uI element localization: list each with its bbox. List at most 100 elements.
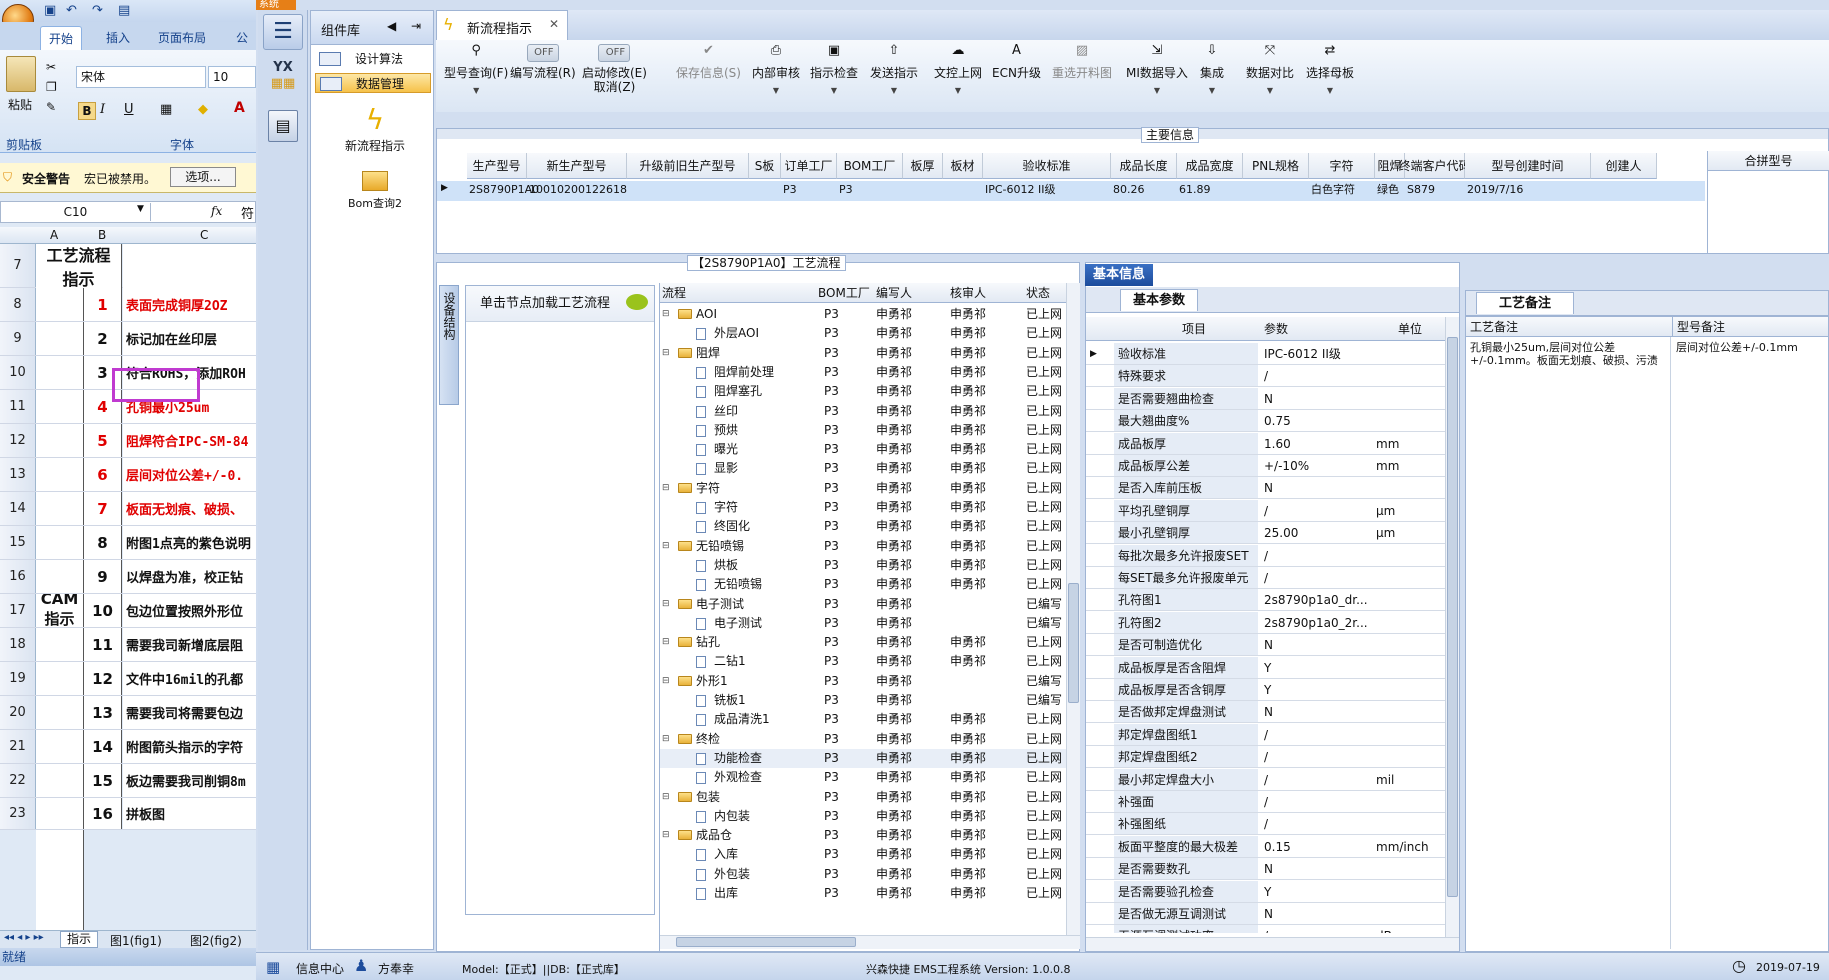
process-tree-row[interactable]: 电子测试 P3 申勇祁 已编写 (660, 614, 1066, 633)
process-tree-row[interactable]: ⊟ 无铅喷锡 P3 申勇祁 申勇祁 已上网 (660, 537, 1066, 556)
expand-icon[interactable]: ⊟ (662, 672, 670, 691)
yx-module-icon[interactable]: YX ▦▦ (266, 60, 300, 96)
main-cell[interactable]: P3 (783, 181, 797, 199)
process-tree-row[interactable]: 字符 P3 申勇祁 申勇祁 已上网 (660, 498, 1066, 517)
process-tree-row[interactable]: 阻焊前处理 P3 申勇祁 申勇祁 已上网 (660, 363, 1066, 382)
row-number[interactable]: 16 (0, 560, 36, 593)
expand-icon[interactable]: ⊟ (662, 344, 670, 363)
param-row[interactable]: 每批次最多允许报废SET / (1086, 544, 1452, 567)
cancel-label[interactable]: 取消(Z) (582, 80, 647, 94)
param-value[interactable]: N (1262, 388, 1372, 410)
instruction-cell[interactable]: 包边位置按照外形位 (123, 594, 256, 627)
chevron-down-icon[interactable]: ▼ (444, 86, 508, 95)
sheet-tab-active[interactable]: 指示 (60, 931, 99, 948)
process-tree-row[interactable]: ⊟ 字符 P3 申勇祁 申勇祁 已上网 (660, 479, 1066, 498)
param-row[interactable]: 是否入库前压板 N (1086, 477, 1452, 500)
process-tree-row[interactable]: 无铅喷锡 P3 申勇祁 申勇祁 已上网 (660, 575, 1066, 594)
process-tree-row[interactable]: ⊟ 电子测试 P3 申勇祁 已编写 (660, 595, 1066, 614)
menu-icon[interactable]: ☰ (263, 14, 303, 50)
row-number[interactable]: 18 (0, 628, 36, 661)
param-row[interactable]: 是否需要翘曲检查 N (1086, 387, 1452, 410)
item-number-cell[interactable]: 1 (84, 288, 122, 321)
tab-home[interactable]: 开始 (40, 26, 83, 50)
scroll-thumb[interactable] (1447, 337, 1458, 897)
column-header-c[interactable]: C (200, 228, 208, 242)
param-value[interactable]: / (1262, 500, 1372, 522)
instruction-cell[interactable]: 阻焊符合IPC-SM-84 (123, 424, 256, 457)
toolbar-button-9[interactable]: ▨ 重选开料图 (1052, 44, 1112, 81)
process-tree-row[interactable]: 入库 P3 申勇祁 申勇祁 已上网 (660, 845, 1066, 864)
param-value[interactable]: Y (1262, 657, 1372, 679)
tab-page-layout[interactable]: 页面布局 (150, 26, 214, 50)
italic-icon[interactable]: I (100, 102, 105, 117)
param-value[interactable]: +/-10% (1262, 455, 1372, 477)
instruction-cell[interactable]: 需要我司新增底层阻 (123, 628, 256, 661)
chevron-down-icon[interactable]: ▼ (1246, 86, 1294, 95)
copy-icon[interactable]: ❐ (46, 80, 57, 94)
fill-color-icon[interactable]: ◆ (198, 102, 208, 117)
process-tree-row[interactable]: 外包装 P3 申勇祁 申勇祁 已上网 (660, 865, 1066, 884)
param-value[interactable]: / (1262, 791, 1372, 813)
main-col-header[interactable]: 升级前旧生产型号 (627, 153, 749, 179)
header-title-cell[interactable]: 工艺流程指示 (36, 244, 122, 289)
main-col-header[interactable]: 订单工厂 (781, 153, 837, 179)
instruction-cell[interactable]: 板面无划痕、破损、 (123, 492, 256, 525)
process-tree-row[interactable]: 二钻1 P3 申勇祁 申勇祁 已上网 (660, 652, 1066, 671)
param-row[interactable]: 无源互调测试功率 / dBm (1086, 925, 1452, 933)
item-number-cell[interactable]: 5 (84, 424, 122, 457)
row-number[interactable]: 11 (0, 390, 36, 423)
toolbar-button-2[interactable]: OFF 启动修改(E) 取消(Z) (582, 44, 647, 94)
component-design-algorithm[interactable]: 设计算法 (315, 49, 431, 69)
font-size-select[interactable]: 10 (208, 66, 256, 88)
col-model-remark[interactable]: 型号备注 (1672, 317, 1725, 337)
undo-icon[interactable]: ↶ (66, 3, 77, 18)
main-col-header[interactable]: 成品长度 (1111, 153, 1177, 179)
cut-icon[interactable]: ✂ (46, 60, 56, 74)
process-remark-text[interactable]: 孔铜最小25um,层间对位公差+/-0.1mm。板面无划痕、破损、污渍 (1470, 341, 1666, 367)
process-tree-row[interactable]: 外层AOI P3 申勇祁 申勇祁 已上网 (660, 324, 1066, 343)
row-number[interactable]: 20 (0, 696, 36, 729)
main-col-header[interactable]: S板 (749, 153, 781, 179)
row-number[interactable]: 9 (0, 322, 36, 355)
param-value[interactable]: / (1262, 769, 1372, 791)
process-tree-row[interactable]: 曝光 P3 申勇祁 申勇祁 已上网 (660, 440, 1066, 459)
process-tree-row[interactable]: 铣板1 P3 申勇祁 已编写 (660, 691, 1066, 710)
col-process-remark[interactable]: 工艺备注 (1470, 317, 1518, 337)
instruction-cell[interactable]: 需要我司将需要包边 (123, 696, 256, 729)
col-value[interactable]: 参数 (1264, 317, 1288, 341)
main-col-header[interactable]: 成品宽度 (1177, 153, 1243, 179)
main-col-header[interactable]: 型号创建时间 (1465, 153, 1591, 179)
param-row[interactable]: 是否需要验孔检查 Y (1086, 880, 1452, 903)
main-cell[interactable]: 10010200122618 (529, 181, 627, 199)
sheet-tab[interactable]: 图1(fig1) (110, 932, 162, 949)
format-painter-icon[interactable]: ✎ (46, 100, 56, 114)
item-number-cell[interactable]: 12 (84, 662, 122, 695)
expand-icon[interactable]: ⊟ (662, 537, 670, 556)
process-tree-row[interactable]: ⊟ 阻焊 P3 申勇祁 申勇祁 已上网 (660, 344, 1066, 363)
toolbar-button-11[interactable]: ⇩ 集成 ▼ (1200, 44, 1224, 96)
item-number-cell[interactable]: 2 (84, 322, 122, 355)
process-tree-row[interactable]: ⊟ AOI P3 申勇祁 申勇祁 已上网 (660, 305, 1066, 324)
param-value[interactable]: Y (1262, 679, 1372, 701)
col-unit[interactable]: 单位 (1398, 317, 1422, 341)
row-number[interactable]: 13 (0, 458, 36, 491)
row-number[interactable]: 8 (0, 288, 36, 321)
main-cell[interactable]: IPC-6012 II级 (985, 181, 1056, 199)
param-row[interactable]: 邦定焊盘图纸1/ (1086, 723, 1452, 746)
main-col-header[interactable]: 生产型号 (467, 153, 527, 179)
row-number[interactable]: 12 (0, 424, 36, 457)
param-row[interactable]: 邦定焊盘图纸2/ (1086, 746, 1452, 769)
expand-icon[interactable]: ⊟ (662, 730, 670, 749)
off-toggle[interactable]: OFF (598, 44, 631, 62)
param-value[interactable]: N (1262, 477, 1372, 499)
param-value[interactable]: / (1262, 813, 1372, 835)
param-value[interactable]: N (1262, 634, 1372, 656)
process-tree-row[interactable]: 出库 P3 申勇祁 申勇祁 已上网 (660, 884, 1066, 903)
instruction-cell[interactable]: 层间对位公差+/-0. (123, 458, 256, 491)
row-number[interactable]: 19 (0, 662, 36, 695)
collapse-left-icon[interactable]: ◀ (387, 19, 396, 33)
instruction-cell[interactable]: 以焊盘为准，校正钻 (123, 560, 256, 593)
formula-content[interactable]: 符 (241, 203, 254, 222)
main-cell[interactable]: S879 (1407, 181, 1435, 199)
instruction-cell[interactable]: 拼板图 (123, 798, 256, 829)
